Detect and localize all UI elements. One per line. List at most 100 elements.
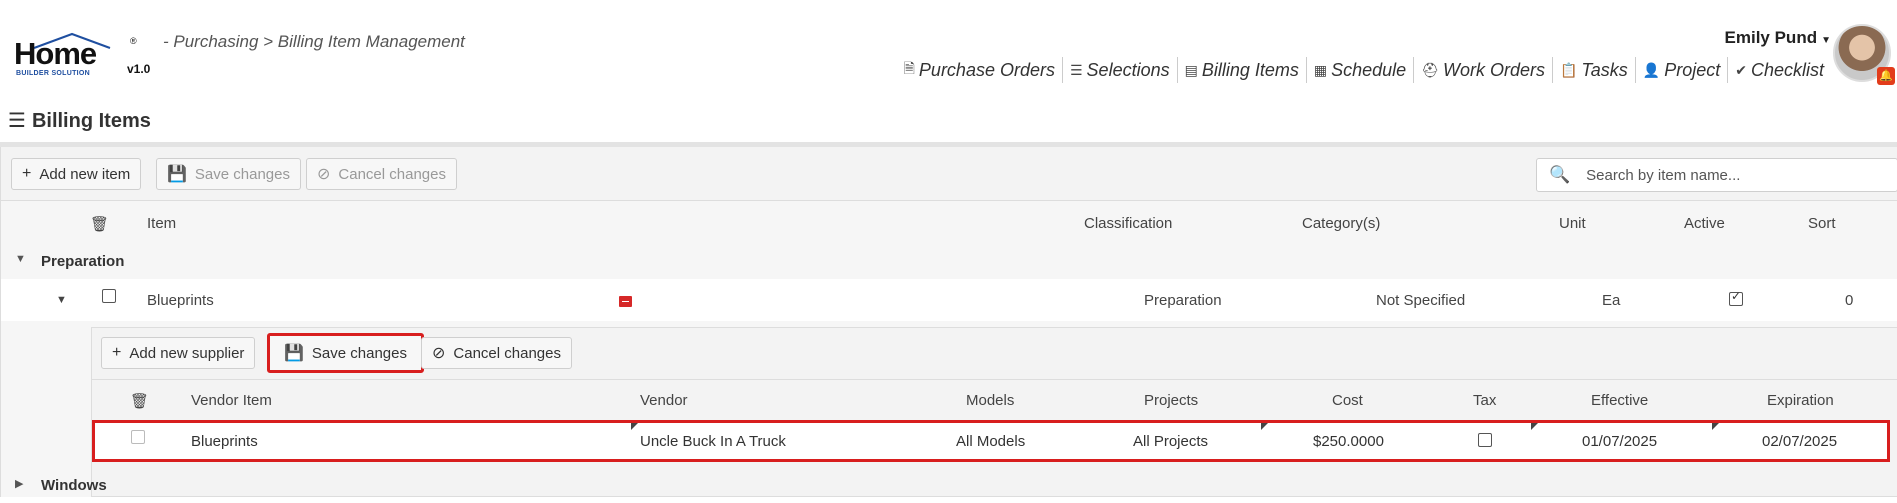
nav-label: Schedule (1331, 59, 1407, 80)
plus-icon: + (22, 165, 32, 182)
column-header-tax[interactable]: Tax (1473, 392, 1496, 409)
nav-label: Work Orders (1442, 59, 1545, 80)
app-logo[interactable]: Home ® BUILDER SOLUTION v1.0 (14, 32, 164, 84)
hamburger-menu-icon[interactable]: ☰ (8, 110, 26, 132)
nav-label: Purchase Orders (918, 59, 1055, 80)
column-header-vendor-item[interactable]: Vendor Item (191, 392, 272, 409)
floppy-disk-icon: 💾 (167, 166, 187, 183)
minus-badge-icon[interactable] (619, 296, 632, 307)
group-row-windows[interactable]: ▶ Windows (1, 467, 1897, 503)
column-header-vendor[interactable]: Vendor (640, 392, 688, 409)
page-title: ☰ Billing Items (8, 108, 151, 133)
button-label: Add new supplier (129, 344, 245, 362)
column-header-models[interactable]: Models (966, 392, 1014, 409)
column-header-expiration[interactable]: Expiration (1767, 392, 1834, 409)
dirty-cell-marker (1261, 423, 1268, 430)
user-menu[interactable]: Emily Pund ▼ (1725, 28, 1831, 48)
caret-down-icon[interactable]: ▼ (15, 253, 26, 265)
nav-label: Checklist (1750, 59, 1824, 80)
nav-project[interactable]: 👤 Project (1634, 57, 1727, 83)
cancel-circle-icon: ⊘ (317, 166, 331, 183)
nav-purchase-orders[interactable]: 🗎 Purchase Orders (897, 57, 1062, 83)
logo-registered-mark: ® (130, 36, 137, 46)
group-label: Windows (41, 477, 107, 494)
person-icon: 👤 (1642, 61, 1661, 78)
nav-label: Selections (1086, 59, 1170, 80)
dirty-cell-marker (1712, 423, 1719, 430)
checkmark-icon: ✔ (1735, 61, 1747, 78)
nav-selections[interactable]: ☰ Selections (1061, 57, 1177, 83)
caret-down-icon[interactable]: ▼ (56, 294, 67, 306)
button-label: Cancel changes (453, 344, 561, 362)
notification-bell-icon[interactable]: 🔔 (1877, 67, 1895, 85)
logo-subtitle: BUILDER SOLUTION (16, 70, 91, 77)
detail-toolbar: + Add new supplier 💾 Save changes ⊘ Cancel … (92, 328, 1897, 380)
cell-vendor-item[interactable]: Blueprints (191, 433, 258, 450)
save-changes-button[interactable]: 💾 Save changes (267, 333, 424, 373)
detail-grid-header: 🗑 Vendor Item Vendor Models Projects Cos… (92, 380, 1897, 420)
search-icon: 🔍 (1549, 165, 1571, 184)
plus-icon: + (112, 344, 122, 361)
search-input[interactable] (1584, 165, 1885, 185)
cancel-changes-button[interactable]: ⊘ Cancel changes (306, 158, 457, 190)
cell-projects[interactable]: All Projects (1133, 433, 1208, 450)
dirty-cell-marker (631, 423, 638, 430)
tax-checkbox[interactable] (1478, 433, 1492, 447)
nav-tasks[interactable]: 📋 Tasks (1551, 57, 1635, 83)
grid-header: 🗑 Item Classification Category(s) Unit A… (1, 201, 1897, 245)
add-new-supplier-button[interactable]: + Add new supplier (101, 337, 256, 369)
cancel-circle-icon: ⊘ (432, 345, 446, 362)
billing-items-grid: + Add new item 💾 Save changes ⊘ Cancel chan… (0, 147, 1897, 497)
cell-sort: 0 (1845, 292, 1854, 309)
trash-icon[interactable]: 🗑 (130, 392, 149, 410)
nav-schedule[interactable]: ▦ Schedule (1305, 57, 1413, 83)
row-select-checkbox[interactable] (102, 289, 116, 303)
button-label: Cancel changes (338, 165, 446, 183)
table-row[interactable]: ▼ Blueprints Preparation Not Specified E… (1, 279, 1897, 321)
app-version: v1.0 (127, 62, 151, 76)
row-select-checkbox[interactable] (131, 430, 145, 444)
column-header-unit[interactable]: Unit (1559, 215, 1586, 232)
nav-checklist[interactable]: ✔ Checklist (1727, 57, 1831, 83)
column-header-sort[interactable]: Sort (1808, 215, 1836, 232)
cell-item: Blueprints (147, 292, 214, 309)
cell-unit: Ea (1602, 292, 1621, 309)
button-label: Add new item (39, 165, 131, 183)
column-header-effective[interactable]: Effective (1591, 392, 1648, 409)
nav-work-orders[interactable]: ⛑ Work Orders (1413, 57, 1552, 83)
cell-effective[interactable]: 01/07/2025 (1582, 433, 1657, 450)
logo-text: Home (14, 36, 97, 71)
group-row-preparation[interactable]: ▼ Preparation (1, 243, 1897, 279)
search-box[interactable]: 🔍 (1536, 158, 1897, 192)
cell-categories: Not Specified (1376, 292, 1466, 309)
nav-label: Billing Items (1201, 59, 1299, 80)
clipboard-icon: 📋 (1559, 61, 1578, 78)
user-name: Emily Pund (1724, 28, 1818, 47)
cell-classification: Preparation (1144, 292, 1222, 309)
calendar-icon: ▦ (1313, 61, 1328, 78)
cell-models[interactable]: All Models (956, 433, 1025, 450)
nav-label: Tasks (1581, 59, 1628, 80)
button-label: Save changes (311, 344, 407, 362)
supplier-row[interactable]: Blueprints Uncle Buck In A Truck All Mod… (92, 420, 1890, 462)
cell-vendor[interactable]: Uncle Buck In A Truck (640, 433, 786, 450)
column-header-item[interactable]: Item (147, 215, 176, 232)
column-header-active[interactable]: Active (1684, 215, 1725, 232)
add-new-item-button[interactable]: + Add new item (11, 158, 142, 190)
caret-right-icon[interactable]: ▶ (15, 477, 23, 490)
active-checkbox[interactable] (1729, 289, 1743, 306)
cancel-changes-button[interactable]: ⊘ Cancel changes (421, 337, 572, 369)
cell-cost[interactable]: $250.0000 (1313, 433, 1384, 450)
trash-icon[interactable]: 🗑 (90, 215, 109, 233)
ledger-icon: ▤ (1184, 61, 1198, 78)
cell-expiration[interactable]: 02/07/2025 (1762, 433, 1837, 450)
checklist-icon: ☰ (1069, 61, 1083, 78)
column-header-cost[interactable]: Cost (1332, 392, 1363, 409)
column-header-categories[interactable]: Category(s) (1302, 215, 1380, 232)
column-header-projects[interactable]: Projects (1144, 392, 1198, 409)
save-changes-button[interactable]: 💾 Save changes (156, 158, 301, 190)
breadcrumb: - Purchasing > Billing Item Management (163, 32, 465, 51)
document-icon: 🗎 (903, 60, 915, 76)
column-header-classification[interactable]: Classification (1084, 215, 1172, 232)
nav-billing-items[interactable]: ▤ Billing Items (1176, 57, 1306, 83)
